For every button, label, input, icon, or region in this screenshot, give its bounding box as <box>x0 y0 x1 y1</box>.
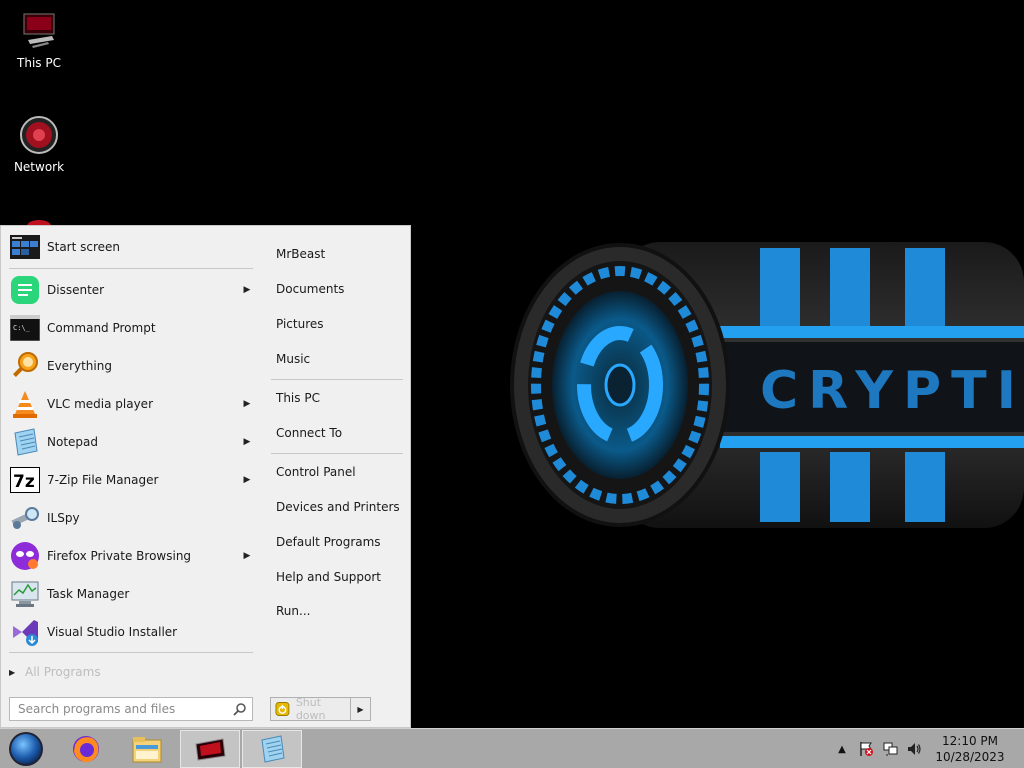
place-documents[interactable]: Documents <box>271 274 403 304</box>
separator <box>271 453 403 454</box>
separator <box>271 379 403 380</box>
taskbar: ▲ 12:10 PM 10/28/2023 <box>0 728 1024 768</box>
firefox-private-icon <box>9 540 41 572</box>
place-help-support[interactable]: Help and Support <box>271 562 403 592</box>
program-item-notepad[interactable]: Notepad ▶ <box>5 424 255 460</box>
shutdown-icon <box>275 702 290 716</box>
place-user-folder[interactable]: MrBeast <box>271 239 403 269</box>
all-programs-button[interactable]: ▶ All Programs <box>9 662 253 682</box>
program-label: Notepad <box>47 435 98 449</box>
desktop-icon-label: This PC <box>17 56 61 70</box>
program-label: Everything <box>47 359 112 373</box>
file-explorer-icon <box>132 737 162 763</box>
notepad-icon <box>261 735 285 763</box>
place-pictures[interactable]: Pictures <box>271 309 403 339</box>
wallpaper-title: CRYPTIC <box>760 361 1024 421</box>
program-label: VLC media player <box>47 397 154 411</box>
seven-zip-icon: 7z <box>9 464 41 496</box>
clock-time: 12:10 PM <box>942 734 998 748</box>
taskbar-firefox[interactable] <box>56 730 116 768</box>
program-label: Task Manager <box>47 587 130 601</box>
submenu-arrow-icon[interactable]: ▶ <box>239 437 255 447</box>
start-screen-label: Start screen <box>47 240 121 254</box>
taskbar-notepad[interactable] <box>242 730 302 768</box>
submenu-arrow-icon[interactable]: ▶ <box>239 399 255 409</box>
place-connect-to[interactable]: Connect To <box>271 418 403 448</box>
program-label: Firefox Private Browsing <box>47 549 192 563</box>
red-device-icon <box>195 738 226 761</box>
submenu-arrow-icon[interactable]: ▶ <box>239 551 255 561</box>
program-label: ILSpy <box>47 511 80 525</box>
program-item-dissenter[interactable]: Dissenter ▶ <box>5 272 255 308</box>
taskbar-file-explorer[interactable] <box>117 730 177 768</box>
program-item-task-manager[interactable]: Task Manager <box>5 576 255 612</box>
task-manager-icon <box>9 578 41 610</box>
program-item-command-prompt[interactable]: C:\_ Command Prompt <box>5 310 255 346</box>
network-tray-icon[interactable] <box>878 729 902 768</box>
program-item-7zip[interactable]: 7z 7-Zip File Manager ▶ <box>5 462 255 498</box>
shutdown-button[interactable]: Shut down <box>271 696 351 722</box>
place-this-pc[interactable]: This PC <box>271 383 403 413</box>
desktop-icon-label: Network <box>13 160 65 174</box>
firefox-icon <box>73 736 99 763</box>
taskbar-red-device-app[interactable] <box>180 730 240 768</box>
shutdown-control: Shut down ▶ <box>270 696 371 722</box>
place-devices-printers[interactable]: Devices and Printers <box>271 492 403 522</box>
everything-search-icon <box>9 350 41 382</box>
place-default-programs[interactable]: Default Programs <box>271 527 403 557</box>
separator <box>9 652 253 653</box>
program-item-ilspy[interactable]: ILSpy <box>5 500 255 536</box>
search-input[interactable]: Search programs and files <box>9 697 253 721</box>
start-orb-icon <box>9 732 43 766</box>
program-label: Command Prompt <box>47 321 156 335</box>
program-item-firefox-private[interactable]: Firefox Private Browsing ▶ <box>5 538 255 574</box>
program-label: Dissenter <box>47 283 105 297</box>
program-label: Visual Studio Installer <box>47 625 178 639</box>
place-control-panel[interactable]: Control Panel <box>271 457 403 487</box>
start-screen-item[interactable]: Start screen <box>5 229 255 265</box>
dissenter-icon <box>9 274 41 306</box>
all-programs-label: All Programs <box>25 665 101 679</box>
program-item-vlc[interactable]: VLC media player ▶ <box>5 386 255 422</box>
svg-text:C:\_: C:\_ <box>13 324 31 332</box>
place-run[interactable]: Run... <box>271 596 403 626</box>
separator <box>9 268 253 269</box>
program-label: 7-Zip File Manager <box>47 473 159 487</box>
search-placeholder: Search programs and files <box>18 702 176 716</box>
shutdown-label: Shut down <box>295 696 326 722</box>
command-prompt-icon: C:\_ <box>9 312 41 344</box>
action-center-flag-icon[interactable] <box>854 729 878 768</box>
system-tray: ▲ 12:10 PM 10/28/2023 <box>830 729 1024 768</box>
tray-overflow-chevron-icon[interactable]: ▲ <box>830 729 854 768</box>
vlc-cone-icon <box>9 388 41 420</box>
ilspy-icon <box>9 502 41 534</box>
program-item-everything[interactable]: Everything <box>5 348 255 384</box>
clock-date: 10/28/2023 <box>935 750 1005 764</box>
submenu-arrow-icon[interactable]: ▶ <box>239 285 255 295</box>
start-menu: Start screen Dissenter ▶ C:\_ Command Pr… <box>0 225 411 728</box>
svg-text:7z: 7z <box>13 472 35 492</box>
clock[interactable]: 12:10 PM 10/28/2023 <box>930 733 1010 765</box>
place-music[interactable]: Music <box>271 344 403 374</box>
visual-studio-installer-icon <box>9 616 41 648</box>
search-icon[interactable] <box>228 698 252 720</box>
notepad-icon <box>9 426 41 458</box>
program-item-vs-installer[interactable]: Visual Studio Installer <box>5 614 255 650</box>
expand-arrow-icon: ▶ <box>9 667 16 677</box>
submenu-arrow-icon[interactable]: ▶ <box>239 475 255 485</box>
volume-icon[interactable] <box>902 729 926 768</box>
cryptic-wallpaper-art: CRYPTIC <box>510 242 1024 528</box>
desktop-icon-this-pc[interactable]: This PC <box>0 10 78 70</box>
start-button[interactable] <box>6 731 46 767</box>
shutdown-options-arrow-icon[interactable]: ▶ <box>351 698 370 720</box>
desktop-icon-network[interactable]: Network <box>0 114 78 174</box>
start-screen-icon <box>9 231 41 263</box>
this-pc-icon <box>23 13 55 48</box>
network-icon <box>20 116 58 154</box>
